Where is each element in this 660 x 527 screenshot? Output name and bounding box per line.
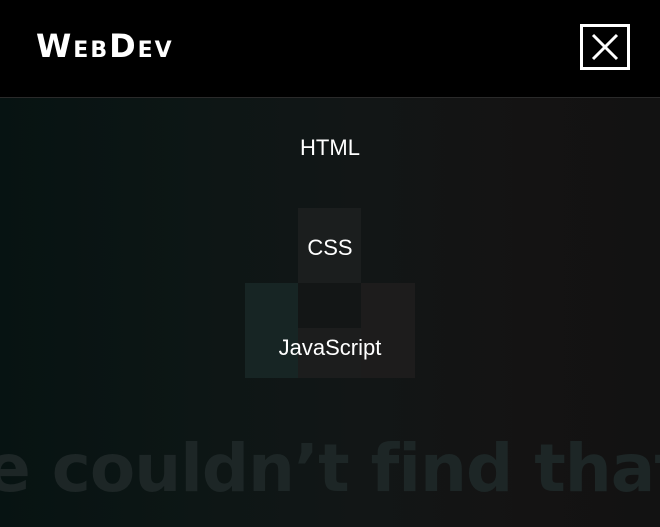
background-headline: e couldn’t find that pho bbox=[0, 430, 660, 507]
close-menu-button[interactable] bbox=[580, 24, 630, 70]
close-icon bbox=[591, 33, 619, 61]
menu-item-css[interactable]: CSS bbox=[0, 198, 660, 298]
menu-item-javascript[interactable]: JavaScript bbox=[0, 298, 660, 398]
nav-menu: HTML CSS JavaScript bbox=[0, 98, 660, 398]
header-bar: WebDev bbox=[0, 0, 660, 98]
site-logo[interactable]: WebDev bbox=[36, 30, 174, 62]
page: e couldn’t find that pho WebDev HTML CSS… bbox=[0, 0, 660, 527]
menu-item-html[interactable]: HTML bbox=[0, 98, 660, 198]
